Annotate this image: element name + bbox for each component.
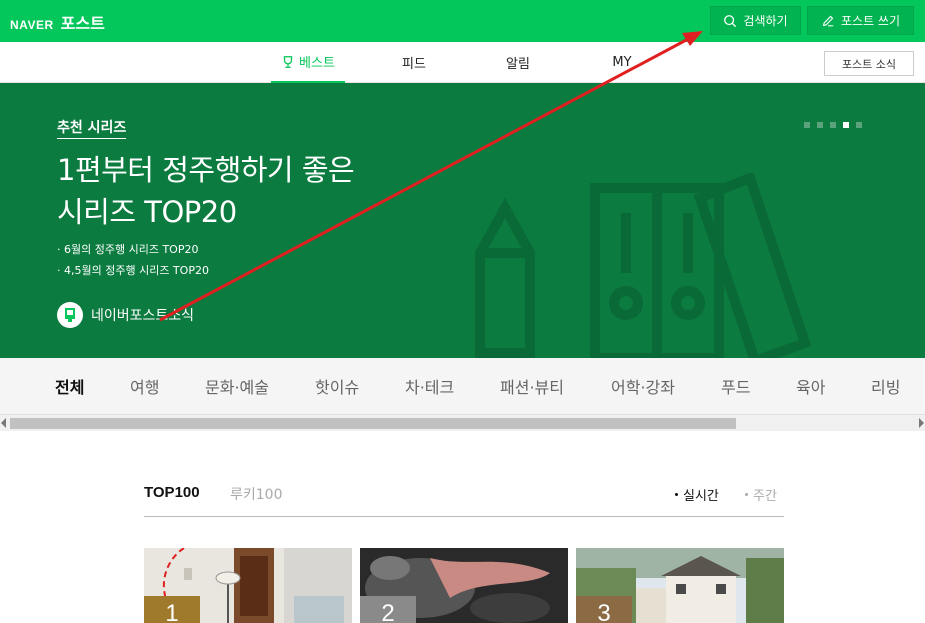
- category-travel[interactable]: 여행: [130, 358, 159, 414]
- search-button[interactable]: 검색하기: [710, 6, 801, 35]
- tab-best[interactable]: 베스트: [271, 42, 345, 83]
- tab-my[interactable]: MY: [596, 42, 648, 83]
- bullet-icon: [675, 493, 678, 496]
- banner-title: 1편부터 정주행하기 좋은 시리즈 TOP20: [57, 149, 355, 233]
- tab-notifications[interactable]: 알림: [492, 42, 544, 83]
- rank-card-1[interactable]: 1: [144, 548, 352, 623]
- category-food[interactable]: 푸드: [721, 358, 750, 414]
- bullet-icon: [745, 493, 748, 496]
- banner-subitem: · 6월의 정주행 시리즈 TOP20: [57, 243, 199, 256]
- category-car-tech[interactable]: 차·테크: [405, 358, 454, 414]
- service-name: 포스트: [60, 14, 105, 33]
- period-realtime-label: 실시간: [683, 489, 719, 504]
- period-weekly-label: 주간: [753, 489, 777, 504]
- banner-subitem: · 4,5월의 정주행 시리즈 TOP20: [57, 264, 209, 277]
- tab-notifications-label: 알림: [506, 57, 530, 72]
- period-realtime[interactable]: 실시간: [675, 485, 719, 504]
- featured-banner[interactable]: 추천 시리즈 1편부터 정주행하기 좋은 시리즈 TOP20 · 6월의 정주행…: [0, 83, 925, 358]
- category-fashion-beauty[interactable]: 패션·뷰티: [500, 358, 564, 414]
- banner-author[interactable]: 네이버포스트소식: [57, 302, 194, 328]
- binders-illustration: [475, 173, 812, 358]
- category-hot-issue[interactable]: 핫이슈: [315, 358, 359, 414]
- rank-badge: 3: [576, 596, 632, 623]
- scroll-right-arrow[interactable]: [919, 418, 924, 428]
- banner-kicker[interactable]: 추천 시리즈: [57, 117, 127, 139]
- author-name: 네이버포스트소식: [91, 308, 195, 324]
- horizontal-scrollbar[interactable]: [0, 414, 925, 431]
- author-avatar: [57, 302, 83, 328]
- slide-dot[interactable]: [817, 122, 823, 128]
- search-icon: [724, 14, 737, 27]
- slide-dot[interactable]: [856, 122, 862, 128]
- pencil-icon: [822, 15, 834, 26]
- category-parenting[interactable]: 육아: [796, 358, 825, 414]
- category-bar: 전체 여행 문화·예술 핫이슈 차·테크 패션·뷰티 어학·강좌 푸드 육아 리…: [0, 358, 925, 414]
- category-living[interactable]: 리빙: [871, 358, 900, 414]
- tab-feed-label: 피드: [402, 57, 426, 72]
- post-news-button[interactable]: 포스트 소식: [824, 51, 914, 76]
- search-label: 검색하기: [743, 14, 788, 28]
- slide-indicator: [804, 122, 862, 128]
- main-nav: 베스트 피드 알림 MY 포스트 소식: [0, 42, 925, 83]
- tab-rookie100[interactable]: 루키100: [230, 484, 282, 504]
- rank-badge: 2: [360, 596, 416, 623]
- scroll-left-arrow[interactable]: [1, 418, 6, 428]
- rank-card-2[interactable]: 2: [360, 548, 568, 623]
- write-post-button[interactable]: 포스트 쓰기: [807, 6, 914, 35]
- slide-dot[interactable]: [830, 122, 836, 128]
- category-culture-art[interactable]: 문화·예술: [205, 358, 269, 414]
- rank-badge: 1: [144, 596, 200, 623]
- top-bar: NAVER 포스트 검색하기 포스트 쓰기: [0, 0, 925, 42]
- banner-title-line1: 1편부터 정주행하기 좋은: [57, 153, 355, 187]
- post-logo-icon: [65, 308, 75, 322]
- category-all[interactable]: 전체: [55, 358, 84, 414]
- rank-card-3[interactable]: 3: [576, 548, 784, 623]
- slide-dot-active[interactable]: [843, 122, 849, 128]
- tab-my-label: MY: [612, 55, 632, 70]
- write-label: 포스트 쓰기: [840, 14, 900, 28]
- period-weekly[interactable]: 주간: [745, 485, 777, 504]
- scrollbar-thumb[interactable]: [10, 418, 736, 429]
- tab-best-label: 베스트: [299, 56, 335, 71]
- naver-post-logo[interactable]: NAVER 포스트: [10, 10, 105, 34]
- trophy-icon: [283, 55, 293, 68]
- slide-dot[interactable]: [804, 122, 810, 128]
- ranking-header: TOP100 루키100 실시간 주간: [144, 474, 784, 517]
- banner-title-line2: 시리즈 TOP20: [57, 195, 237, 229]
- category-language-lecture[interactable]: 어학·강좌: [611, 358, 675, 414]
- tab-top100[interactable]: TOP100: [144, 484, 200, 501]
- naver-brand: NAVER: [10, 18, 54, 32]
- banner-subitems: · 6월의 정주행 시리즈 TOP20 · 4,5월의 정주행 시리즈 TOP2…: [57, 239, 209, 281]
- tab-feed[interactable]: 피드: [388, 42, 440, 83]
